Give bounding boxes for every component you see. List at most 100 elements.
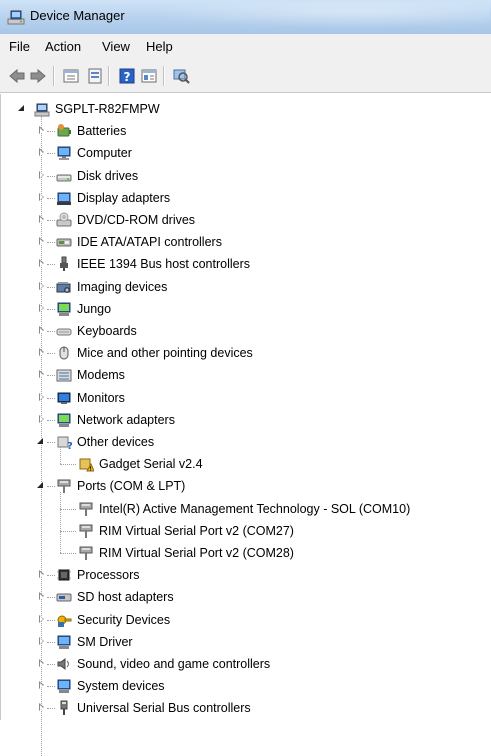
- expand-arrow-icon[interactable]: [37, 659, 46, 668]
- tree-item-ports-com-lpt[interactable]: Ports (COM & LPT): [1, 475, 491, 497]
- menu-action[interactable]: Action: [45, 39, 81, 54]
- tree-item-label: Display adapters: [77, 190, 171, 205]
- svg-text:!: !: [89, 467, 91, 473]
- tree-root[interactable]: SGPLT-R82FMPW: [1, 98, 491, 120]
- tree-item-modems[interactable]: Modems: [1, 364, 491, 386]
- tree-item-system-devices[interactable]: System devices: [1, 675, 491, 697]
- tree-item-label: Batteries: [77, 124, 127, 139]
- tree-device-intel-r-active-management-technology-sol-com10[interactable]: Intel(R) Active Management Technology - …: [1, 498, 491, 520]
- tree-item-display-adapters[interactable]: Display adapters: [1, 187, 491, 209]
- tree-item-jungo[interactable]: Jungo: [1, 298, 491, 320]
- tree-item-mice-and-other-pointing-devices[interactable]: Mice and other pointing devices: [1, 342, 491, 364]
- collapse-arrow-icon[interactable]: [18, 104, 27, 113]
- forward-icon[interactable]: [29, 67, 47, 85]
- expand-arrow-icon[interactable]: [37, 170, 46, 180]
- toolbar-separator: [163, 66, 165, 86]
- tree-device-gadget-serial-v2-4[interactable]: ! Gadget Serial v2.4: [1, 453, 491, 475]
- tree-connector: [60, 530, 76, 533]
- tree-device-rim-virtual-serial-port-v2-com27[interactable]: RIM Virtual Serial Port v2 (COM27): [1, 520, 491, 542]
- tree-item-keyboards[interactable]: Keyboards: [1, 320, 491, 342]
- expand-arrow-icon[interactable]: [37, 126, 46, 135]
- sd-adapter-icon: [56, 593, 72, 602]
- expand-arrow-icon[interactable]: [37, 148, 46, 157]
- tree-item-label: Mice and other pointing devices: [77, 346, 253, 361]
- tree-item-label: Intel(R) Active Management Technology - …: [99, 501, 411, 516]
- disk-drive-icon: [56, 174, 72, 182]
- expand-arrow-icon[interactable]: [37, 348, 46, 357]
- dvd-drive-icon: [56, 212, 72, 227]
- tree-device-rim-virtual-serial-port-v2-com28[interactable]: RIM Virtual Serial Port v2 (COM28): [1, 542, 491, 564]
- toolbar-separator: [108, 66, 110, 86]
- port-icon: [79, 524, 93, 538]
- device-tree[interactable]: SGPLT-R82FMPW Batteries Computer Disk drive…: [0, 94, 491, 756]
- expand-arrow-icon[interactable]: [37, 326, 46, 335]
- tree-item-disk-drives[interactable]: Disk drives: [1, 165, 491, 187]
- expand-arrow-icon[interactable]: [37, 681, 46, 690]
- collapse-arrow-icon[interactable]: [37, 481, 46, 490]
- tree-item-label: Sound, video and game controllers: [77, 657, 271, 671]
- sm-driver-icon: [57, 635, 71, 649]
- expand-arrow-icon[interactable]: [37, 237, 46, 246]
- properties-icon[interactable]: [62, 67, 80, 85]
- tree-connector: [47, 375, 55, 377]
- details-icon[interactable]: [140, 67, 158, 85]
- expand-arrow-icon[interactable]: [37, 570, 46, 579]
- back-icon[interactable]: [8, 67, 26, 85]
- tree-item-ieee-1394-bus-host-controllers[interactable]: IEEE 1394 Bus host controllers: [1, 253, 491, 275]
- tree-item-ide-ata-atapi-controllers[interactable]: IDE ATA/ATAPI controllers: [1, 231, 491, 253]
- expand-arrow-icon[interactable]: [37, 370, 46, 379]
- expand-arrow-icon[interactable]: [37, 414, 46, 424]
- tree-item-other-devices[interactable]: ? Other devices: [1, 431, 491, 453]
- tree-item-imaging-devices[interactable]: Imaging devices: [1, 276, 491, 298]
- tree-item-dvd-cd-rom-drives[interactable]: DVD/CD-ROM drives: [1, 209, 491, 231]
- tree-item-sound-video-and-game-controllers[interactable]: Sound, video and game controllers: [1, 653, 491, 675]
- tree-item-processors[interactable]: Processors: [1, 564, 491, 586]
- tree-item-universal-serial-bus-controllers[interactable]: Universal Serial Bus controllers: [1, 697, 491, 719]
- tree-item-network-adapters[interactable]: Network adapters: [1, 409, 491, 431]
- tree-item-sm-driver[interactable]: SM Driver: [1, 631, 491, 653]
- tree-connector: [47, 664, 55, 666]
- update-driver-icon[interactable]: [86, 67, 104, 85]
- tree-connector: [47, 486, 55, 488]
- expand-arrow-icon[interactable]: [37, 281, 46, 291]
- expand-arrow-icon[interactable]: [37, 703, 46, 712]
- menu-file[interactable]: File: [9, 39, 30, 54]
- tree-item-sd-host-adapters[interactable]: SD host adapters: [1, 586, 491, 608]
- expand-arrow-icon[interactable]: [37, 592, 46, 601]
- title-bar[interactable]: Device Manager: [0, 0, 491, 35]
- toolbar: ?: [0, 60, 491, 93]
- tree-item-monitors[interactable]: Monitors: [1, 387, 491, 409]
- tree-connector: [47, 131, 55, 133]
- system-devices-icon: [57, 679, 71, 694]
- title-bar-glow: [150, 2, 490, 28]
- port-icon: [79, 502, 93, 516]
- tree-item-computer[interactable]: Computer: [1, 142, 491, 164]
- tree-item-label: Security Devices: [77, 612, 171, 627]
- tree-item-label: IDE ATA/ATAPI controllers: [77, 235, 222, 250]
- modem-icon: [56, 369, 72, 382]
- tree-connector: [47, 331, 55, 333]
- expand-arrow-icon[interactable]: [37, 636, 46, 646]
- tree-connector: [60, 553, 76, 555]
- expand-arrow-icon[interactable]: [37, 392, 46, 402]
- svg-text:?: ?: [67, 441, 72, 450]
- collapse-arrow-icon[interactable]: [37, 437, 46, 446]
- menu-help[interactable]: Help: [146, 39, 173, 54]
- tree-item-label: DVD/CD-ROM drives: [77, 213, 196, 227]
- expand-arrow-icon[interactable]: [37, 259, 46, 268]
- menu-view[interactable]: View: [102, 39, 130, 54]
- scan-hardware-icon[interactable]: [172, 67, 190, 85]
- tree-item-label: Modems: [77, 368, 125, 383]
- tree-connector: [47, 686, 55, 688]
- battery-icon: [57, 124, 71, 137]
- tree-connector: [47, 286, 55, 289]
- expand-arrow-icon[interactable]: [37, 614, 46, 624]
- expand-arrow-icon[interactable]: [37, 303, 46, 313]
- monitor-icon: [57, 392, 71, 404]
- help-icon[interactable]: ?: [118, 67, 136, 85]
- tree-item-label: Keyboards: [77, 324, 137, 338]
- tree-item-batteries[interactable]: Batteries: [1, 120, 491, 142]
- expand-arrow-icon[interactable]: [37, 215, 46, 224]
- expand-arrow-icon[interactable]: [37, 192, 46, 202]
- tree-item-security-devices[interactable]: Security Devices: [1, 609, 491, 631]
